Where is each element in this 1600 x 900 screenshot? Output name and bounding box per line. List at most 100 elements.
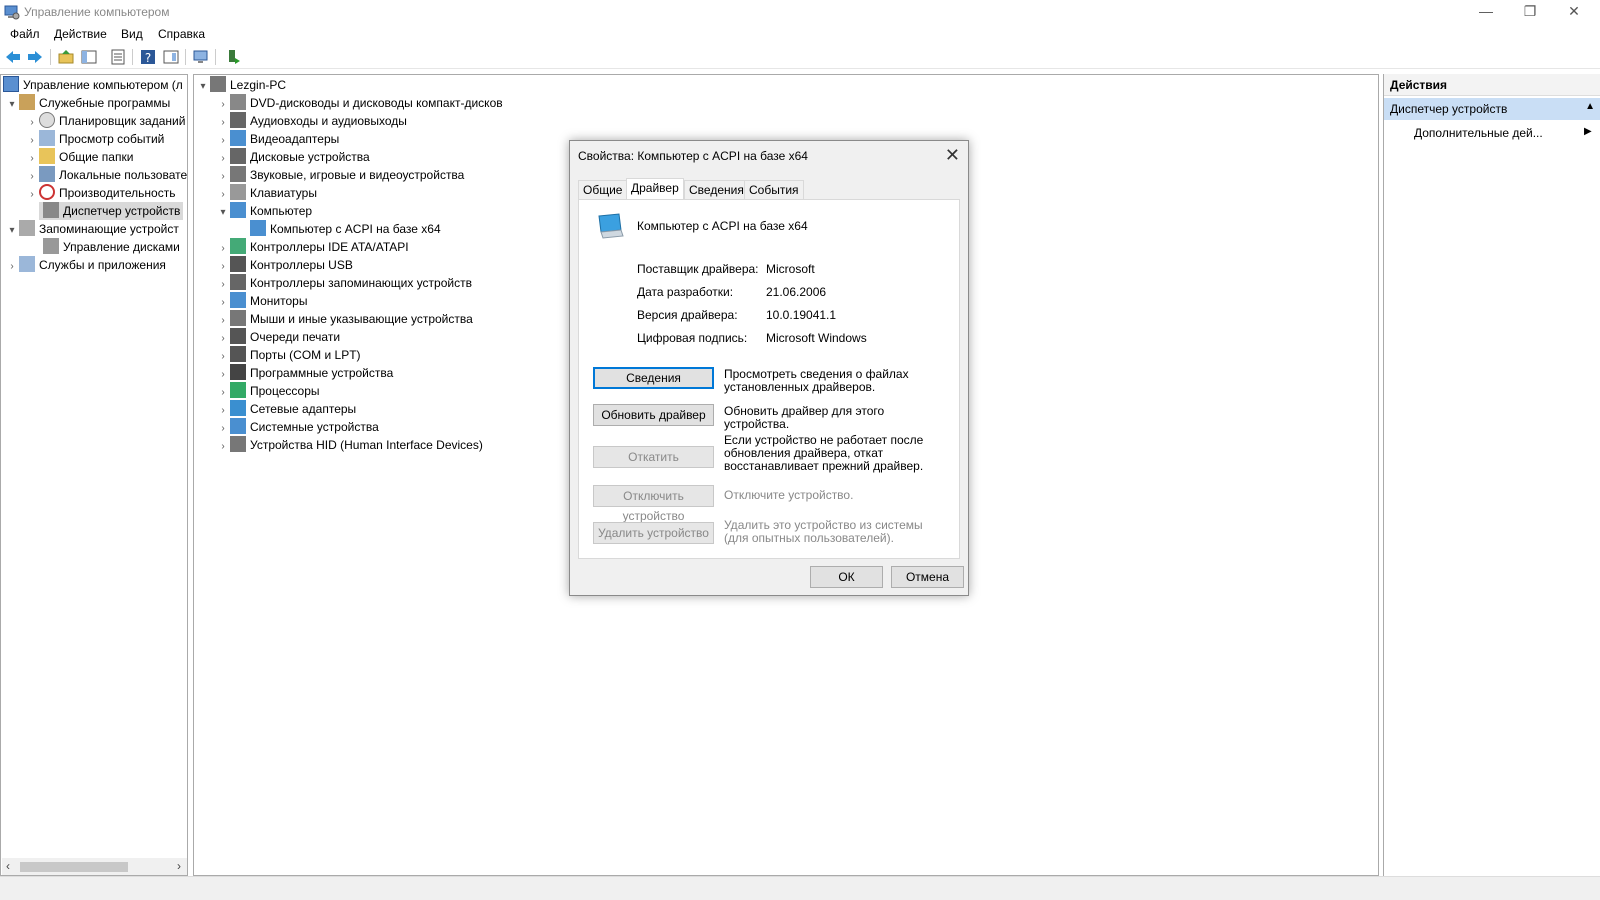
keyboard-icon: [230, 184, 246, 200]
device-label: Видеоадаптеры: [250, 132, 340, 146]
device-category[interactable]: › DVD-дисководы и дисководы компакт-диско…: [216, 94, 503, 112]
properties-icon[interactable]: [109, 48, 127, 66]
tab-details[interactable]: Сведения: [684, 180, 749, 199]
cancel-button[interactable]: Отмена: [891, 566, 964, 588]
computer-icon: [250, 220, 266, 236]
ok-button[interactable]: ОК: [810, 566, 883, 588]
tree-item-label: Общие папки: [59, 150, 134, 164]
submenu-arrow-icon[interactable]: ▶: [1584, 126, 1592, 137]
device-label: Аудиовходы и аудиовыходы: [250, 114, 407, 128]
tree-item-disk-management[interactable]: Управление дисками: [43, 238, 180, 256]
computer-icon: [210, 76, 226, 92]
chevron-down-icon[interactable]: ▾: [5, 222, 19, 240]
driver-details-desc: Просмотреть сведения о файлах установлен…: [724, 367, 909, 394]
console-view-icon[interactable]: [162, 48, 180, 66]
chevron-right-icon[interactable]: ›: [216, 438, 230, 456]
device-category[interactable]: › Звуковые, игровые и видеоустройства: [216, 166, 464, 184]
device-category[interactable]: › Контроллеры USB: [216, 256, 353, 274]
tree-item-storage[interactable]: ▾ Запоминающие устройст: [5, 220, 179, 238]
help-icon[interactable]: ?: [139, 48, 157, 66]
device-label: Контроллеры USB: [250, 258, 353, 272]
device-category[interactable]: › Системные устройства: [216, 418, 379, 436]
chevron-down-icon[interactable]: ▾: [5, 96, 19, 114]
toolbar-separator: [132, 49, 133, 65]
up-folder-icon[interactable]: [57, 48, 75, 66]
device-category[interactable]: › Дисковые устройства: [216, 148, 370, 166]
tree-item-shared-folders[interactable]: › Общие папки: [25, 148, 133, 166]
device-category[interactable]: › Порты (COM и LPT): [216, 346, 361, 364]
device-category[interactable]: › Клавиатуры: [216, 184, 317, 202]
driver-version-label: Версия драйвера:: [637, 308, 738, 322]
tab-driver[interactable]: Драйвер: [626, 178, 684, 200]
device-manager-icon: [43, 202, 59, 218]
tree-item-local-users[interactable]: › Локальные пользовате: [25, 166, 187, 184]
device-category[interactable]: › Аудиовходы и аудиовыходы: [216, 112, 407, 130]
device-category[interactable]: › Процессоры: [216, 382, 320, 400]
toolbar: ?: [0, 45, 1600, 69]
minimize-button[interactable]: —: [1464, 0, 1508, 22]
tab-events[interactable]: События: [744, 180, 804, 199]
device-category[interactable]: › Мониторы: [216, 292, 307, 310]
horizontal-scrollbar[interactable]: ‹ ›: [2, 858, 187, 875]
tree-item-services[interactable]: › Службы и приложения: [5, 256, 166, 274]
tree-item-label: Служебные программы: [39, 96, 171, 110]
update-driver-icon[interactable]: [224, 48, 242, 66]
chevron-right-icon[interactable]: ›: [5, 258, 19, 276]
toolbar-separator: [50, 49, 51, 65]
software-device-icon: [230, 364, 246, 380]
scrollbar-thumb[interactable]: [20, 862, 128, 872]
show-hide-tree-icon[interactable]: [80, 48, 98, 66]
dialog-close-icon[interactable]: ✕: [945, 145, 960, 166]
menu-help[interactable]: Справка: [158, 27, 205, 41]
menu-action[interactable]: Действие: [54, 27, 107, 41]
device-category[interactable]: › Программные устройства: [216, 364, 393, 382]
scroll-left-icon[interactable]: ‹: [6, 859, 10, 873]
forward-arrow-icon[interactable]: [26, 48, 44, 66]
more-actions-item[interactable]: Дополнительные дей...: [1414, 126, 1543, 140]
tree-item-device-manager[interactable]: Диспетчер устройств: [39, 202, 183, 220]
driver-details-button[interactable]: Сведения: [593, 367, 714, 389]
device-category[interactable]: › Сетевые адаптеры: [216, 400, 356, 418]
device-category[interactable]: › Мыши и иные указывающие устройства: [216, 310, 473, 328]
device-label: Мониторы: [250, 294, 308, 308]
device-category[interactable]: › Очереди печати: [216, 328, 340, 346]
device-category[interactable]: ▾ Компьютер: [216, 202, 312, 220]
tree-item-task-scheduler[interactable]: › Планировщик заданий: [25, 112, 185, 130]
update-driver-button[interactable]: Обновить драйвер: [593, 404, 714, 426]
actions-section-device-manager[interactable]: Диспетчер устройств ▲: [1384, 98, 1600, 120]
collapse-icon[interactable]: ▲: [1585, 101, 1595, 112]
device-category[interactable]: › Контроллеры запоминающих устройств: [216, 274, 472, 292]
chevron-right-icon[interactable]: ›: [25, 186, 39, 204]
properties-dialog: Свойства: Компьютер с ACPI на базе x64 ✕…: [569, 140, 969, 596]
menu-file[interactable]: Файл: [10, 27, 40, 41]
restore-button[interactable]: ❐: [1508, 0, 1552, 22]
uninstall-device-button[interactable]: Удалить устройство: [593, 522, 714, 544]
back-arrow-icon[interactable]: [4, 48, 22, 66]
close-button[interactable]: ✕: [1552, 0, 1596, 22]
tree-root[interactable]: Управление компьютером (л: [3, 76, 183, 94]
device-category[interactable]: › Устройства HID (Human Interface Devices…: [216, 436, 483, 454]
device-category[interactable]: › Видеоадаптеры: [216, 130, 339, 148]
tab-general[interactable]: Общие: [578, 180, 628, 199]
tree-item-event-viewer[interactable]: › Просмотр событий: [25, 130, 164, 148]
roll-back-driver-button[interactable]: Откатить: [593, 446, 714, 468]
storage-icon: [19, 220, 35, 236]
dialog-title: Свойства: Компьютер с ACPI на базе x64: [578, 149, 808, 163]
disable-device-button[interactable]: Отключить устройство: [593, 485, 714, 523]
device-label: Мыши и иные указывающие устройства: [250, 312, 473, 326]
chevron-down-icon[interactable]: ▾: [196, 78, 210, 96]
chevron-down-icon[interactable]: ▾: [216, 204, 230, 222]
scroll-right-icon[interactable]: ›: [177, 859, 181, 873]
device-label: Клавиатуры: [250, 186, 317, 200]
device-tree-root[interactable]: ▾ Lezgin-PC: [196, 76, 286, 94]
menu-view[interactable]: Вид: [121, 27, 143, 41]
more-actions-label: Дополнительные дей...: [1414, 126, 1543, 140]
device-category[interactable]: › Контроллеры IDE ATA/ATAPI: [216, 238, 409, 256]
services-icon: [19, 256, 35, 272]
tree-item-performance[interactable]: › Производительность: [25, 184, 175, 202]
device-item[interactable]: Компьютер с ACPI на базе x64: [250, 220, 441, 238]
tree-item-label: Диспетчер устройств: [63, 204, 181, 218]
scan-hardware-icon[interactable]: [192, 48, 210, 66]
users-icon: [39, 166, 55, 182]
tree-item-system-tools[interactable]: ▾ Служебные программы: [5, 94, 170, 112]
